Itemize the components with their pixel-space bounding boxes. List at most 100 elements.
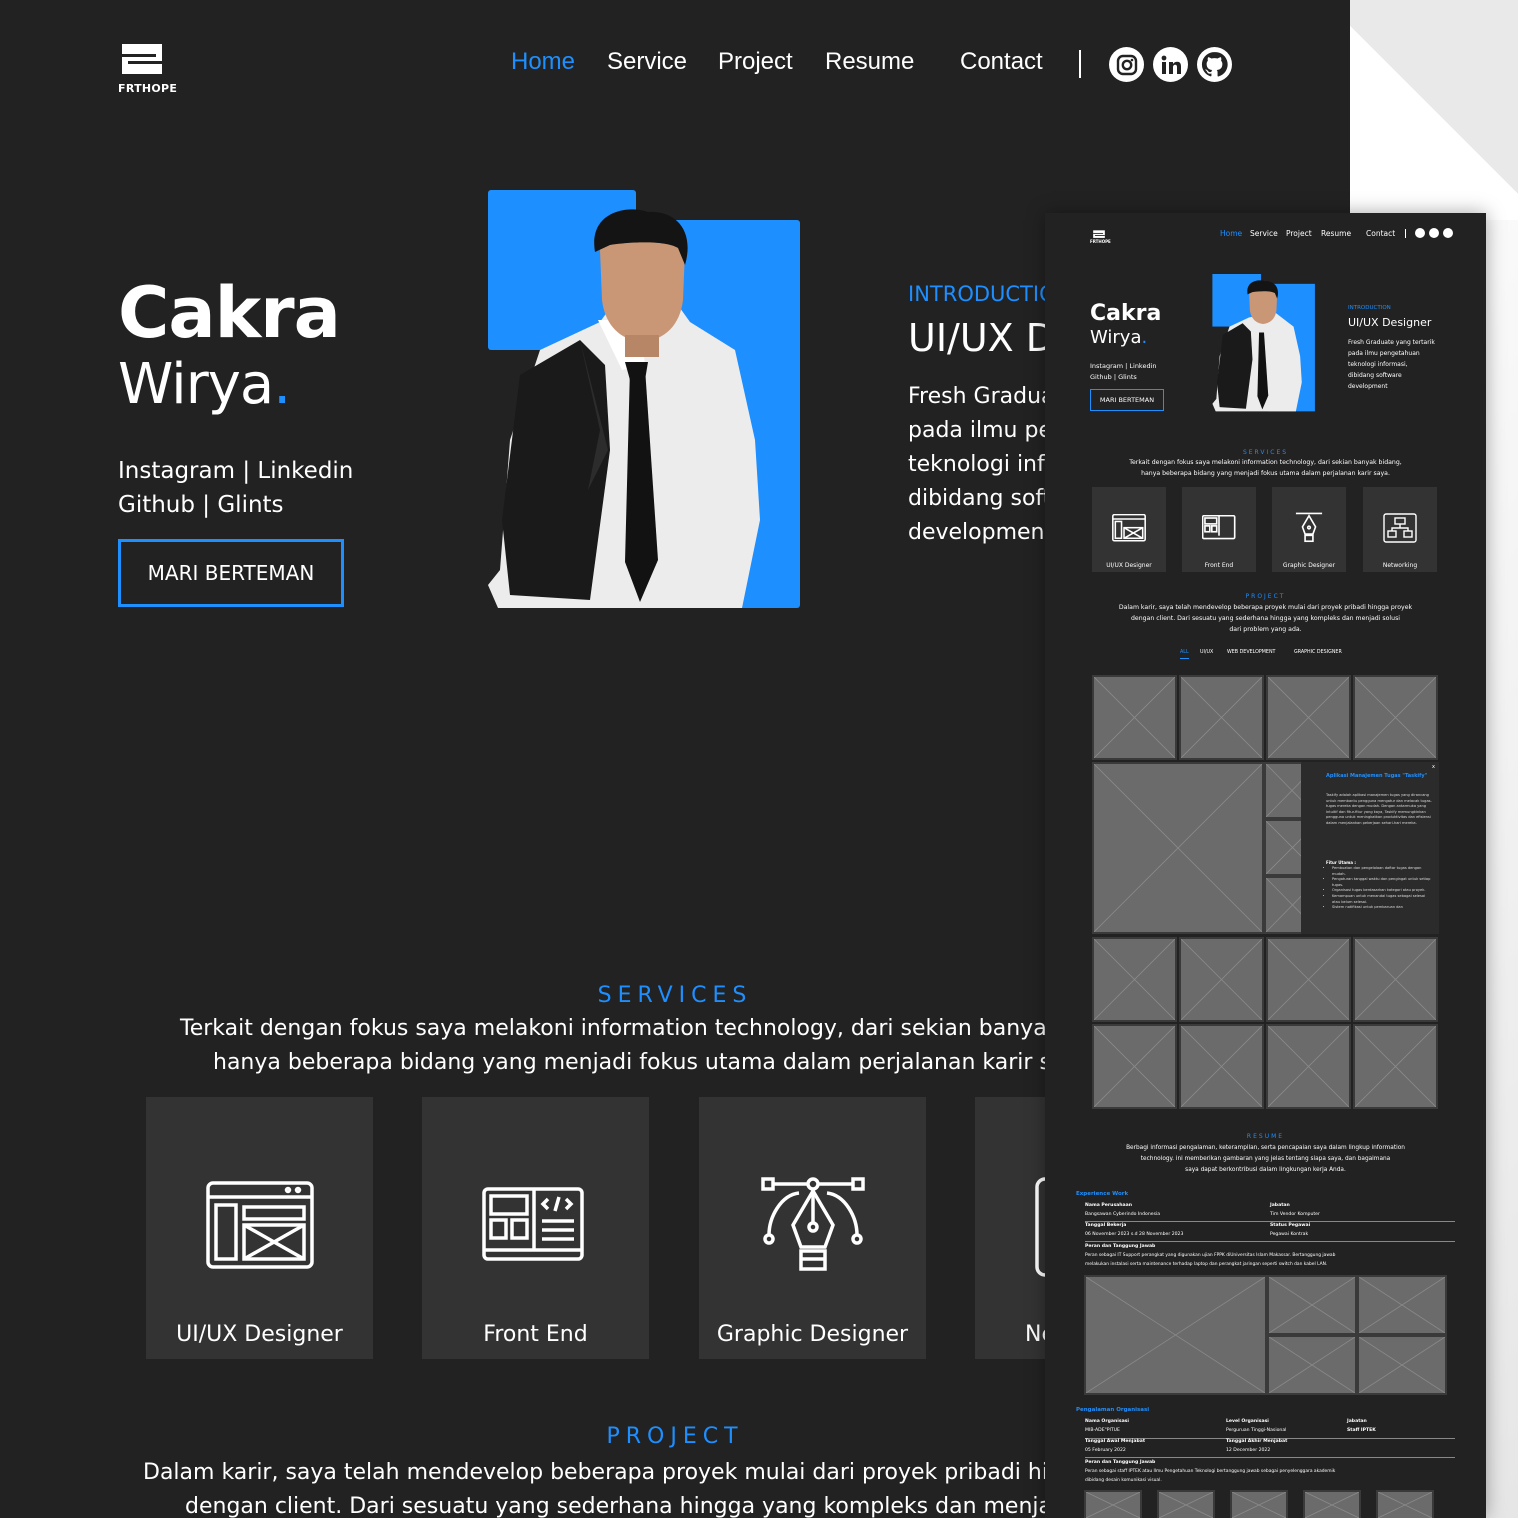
placeholder-image[interactable] <box>1266 675 1351 760</box>
mock-instagram-icon[interactable] <box>1415 228 1425 238</box>
cta-button[interactable]: MARI BERTEMAN <box>118 539 344 607</box>
placeholder-image[interactable] <box>1157 1490 1215 1518</box>
mock-networking-icon <box>1383 513 1417 543</box>
mock-services-desc1: Terkait dengan fokus saya melakoni infor… <box>1129 459 1402 466</box>
uiux-icon <box>206 1181 314 1269</box>
service-card-frontend[interactable]: Front End <box>422 1097 649 1359</box>
hero-last-name-text: Wirya <box>118 352 274 417</box>
placeholder-image[interactable] <box>1084 1275 1267 1395</box>
placeholder-image[interactable] <box>1179 675 1264 760</box>
mock-logo-text: FRTHOPE <box>1090 239 1111 244</box>
placeholder-image[interactable] <box>1179 1024 1264 1109</box>
exp-role-line2: melakukan instalasi serta maintenance te… <box>1085 1262 1328 1267</box>
service-label-graphic: Graphic Designer <box>716 1322 909 1347</box>
popup-feature: Sistem notifikasi untuk pembaruan dan <box>1332 905 1434 911</box>
mock-filter-web[interactable]: WEB DEVELOPMENT <box>1227 650 1275 655</box>
exp-date-label: Tanggal Bekerja <box>1085 1223 1127 1228</box>
mock-service-card-frontend[interactable]: Front End <box>1182 487 1256 572</box>
mock-service-label-graphic: Graphic Designer <box>1282 562 1336 569</box>
mock-resume-title: RESUME <box>1246 1133 1285 1140</box>
mock-linkedin-icon[interactable] <box>1429 228 1439 238</box>
exp-divider <box>1085 1241 1455 1242</box>
mock-nav-home[interactable]: Home <box>1220 229 1242 238</box>
exp-status: Pegawai Kontrak <box>1270 1232 1309 1237</box>
service-card-graphic[interactable]: Graphic Designer <box>699 1097 926 1359</box>
placeholder-image[interactable] <box>1357 1335 1447 1395</box>
org-divider <box>1085 1457 1455 1458</box>
placeholder-image[interactable] <box>1092 762 1264 934</box>
exp-company: Bangsawan Cyberindo Indonesia <box>1085 1212 1161 1217</box>
placeholder-image[interactable] <box>1353 675 1438 760</box>
mock-project-popup: x Aplikasi Manajemen Tugas "Taskify" Tas… <box>1301 762 1439 934</box>
nav-contact[interactable]: Contact <box>960 48 1043 76</box>
mock-nav-project[interactable]: Project <box>1286 229 1312 238</box>
mock-first-name: Cakra <box>1090 301 1162 326</box>
profile-photo <box>488 190 800 608</box>
nav-resume[interactable]: Resume <box>825 48 914 76</box>
exp-role-line1: Peran sebagai IT Support perangkat yang … <box>1085 1253 1336 1258</box>
placeholder-image[interactable] <box>1084 1490 1142 1518</box>
placeholder-image[interactable] <box>1267 1275 1357 1335</box>
mock-last-name: Wirya. <box>1090 327 1147 348</box>
mock-links-line1[interactable]: Instagram | Linkedin <box>1090 361 1157 372</box>
mock-links-line2[interactable]: Github | Glints <box>1090 372 1157 383</box>
mock-service-card-graphic[interactable]: Graphic Designer <box>1272 487 1346 572</box>
placeholder-image[interactable] <box>1179 937 1264 1022</box>
mock-filter-all[interactable]: ALL <box>1180 650 1189 659</box>
linkedin-icon[interactable] <box>1153 47 1188 82</box>
mock-nav-contact[interactable]: Contact <box>1366 229 1395 238</box>
placeholder-image[interactable] <box>1267 1335 1357 1395</box>
hero-social-links: Instagram | Linkedin Github | Glints <box>118 454 353 522</box>
nav-service[interactable]: Service <box>607 48 687 76</box>
placeholder-image[interactable] <box>1303 1490 1361 1518</box>
placeholder-image[interactable] <box>1092 675 1177 760</box>
popup-title: Aplikasi Manajemen Tugas "Taskify" <box>1326 773 1428 779</box>
mock-uiux-icon <box>1112 514 1146 542</box>
nav-project[interactable]: Project <box>718 48 793 76</box>
exp-position-label: Jabatan <box>1270 1203 1290 1208</box>
mock-cta-button[interactable]: MARI BERTEMAN <box>1090 389 1164 411</box>
popup-close-button[interactable]: x <box>1432 764 1435 770</box>
placeholder-image[interactable] <box>1353 937 1438 1022</box>
placeholder-image[interactable] <box>1092 1024 1177 1109</box>
placeholder-image[interactable] <box>1266 937 1351 1022</box>
placeholder-image[interactable] <box>1266 1024 1351 1109</box>
mock-nav-service[interactable]: Service <box>1250 229 1278 238</box>
placeholder-image[interactable] <box>1376 1490 1434 1518</box>
hero-links-line1[interactable]: Instagram | Linkedin <box>118 454 353 488</box>
instagram-icon[interactable] <box>1109 47 1144 82</box>
placeholder-image[interactable] <box>1230 1490 1288 1518</box>
mock-service-label-frontend: Front End <box>1204 562 1234 569</box>
mock-service-card-networking[interactable]: Networking <box>1363 487 1437 572</box>
mock-filter-graphic[interactable]: GRAPHIC DESIGNER <box>1294 650 1342 655</box>
placeholder-image[interactable] <box>1353 1024 1438 1109</box>
placeholder-image[interactable] <box>1357 1275 1447 1335</box>
popup-features-title: Fitur Utama : <box>1326 860 1356 865</box>
popup-feature: Kemampuan untuk menandai tugas sebagai s… <box>1332 894 1434 905</box>
mock-intro-label: INTRODUCTION <box>1348 305 1391 311</box>
mock-resume-desc2: technology. ini memberikan gambaran yang… <box>1140 1156 1391 1162</box>
mock-service-card-uiux[interactable]: UI/UX Designer <box>1092 487 1166 572</box>
exp-status-label: Status Pegawai <box>1270 1223 1311 1228</box>
hero-name-dot: . <box>273 352 291 417</box>
popup-feature: Pengaturan tanggal waktu dan pengingat u… <box>1332 877 1434 888</box>
org-start: 05 February 2022 <box>1085 1448 1126 1453</box>
mock-project-desc3: dari problem yang ada. <box>1229 626 1302 633</box>
placeholder-image[interactable] <box>1092 937 1177 1022</box>
service-card-uiux[interactable]: UI/UX Designer <box>146 1097 373 1359</box>
hero-links-line2[interactable]: Github | Glints <box>118 488 353 522</box>
org-role-line2: dibidang desain komunikasi visual. <box>1085 1478 1162 1483</box>
mock-service-label-uiux: UI/UX Designer <box>1106 562 1152 569</box>
org-end-label: Tanggal Akhir Menjabat <box>1226 1439 1288 1444</box>
mock-nav-divider <box>1405 229 1406 238</box>
mock-nav-resume[interactable]: Resume <box>1321 229 1351 238</box>
mock-resume-desc3: saya dapat berkontribusi dalam lingkunga… <box>1185 1167 1346 1173</box>
org-position: Staff IPTEK <box>1347 1428 1376 1433</box>
mock-name-dot: . <box>1141 327 1148 348</box>
mock-frontend-icon <box>1202 515 1236 540</box>
github-icon[interactable] <box>1197 47 1232 82</box>
nav-home[interactable]: Home <box>511 48 575 76</box>
mock-filter-uiux[interactable]: UI/UX <box>1200 650 1213 655</box>
mock-github-icon[interactable] <box>1443 228 1453 238</box>
brand-logo[interactable]: FRTHOPE <box>118 42 178 95</box>
